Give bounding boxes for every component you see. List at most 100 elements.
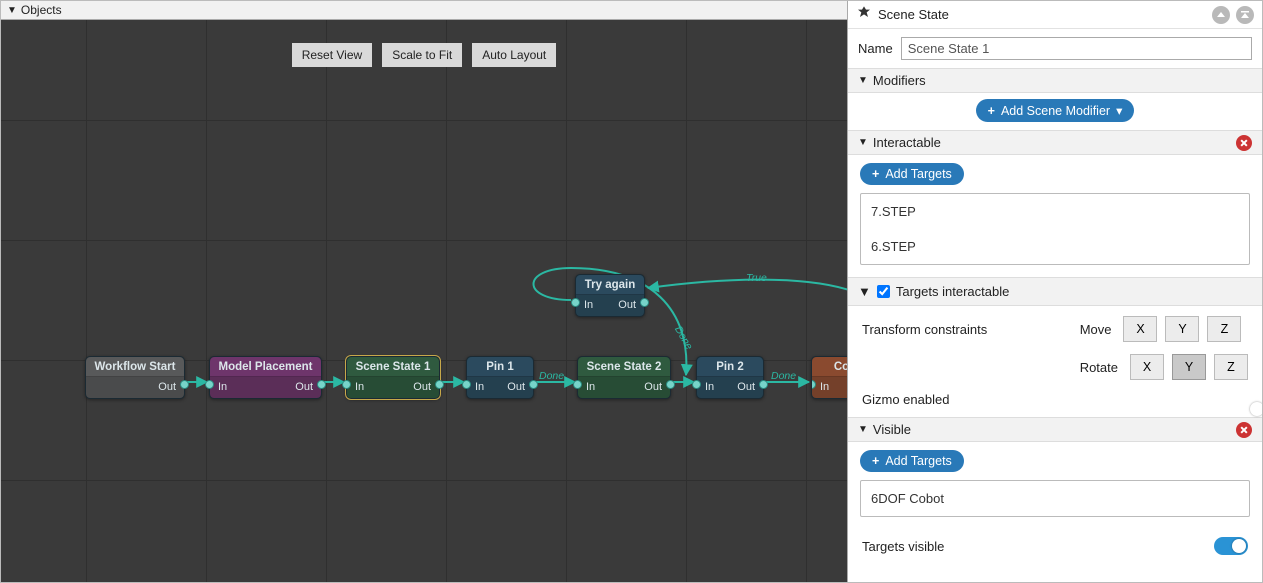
node-title: Workflow Start	[86, 357, 184, 377]
graph-node-pin2[interactable]: Pin 2 In Out	[696, 356, 764, 399]
plus-icon: +	[872, 454, 879, 468]
node-title: Scene State 2	[578, 357, 670, 377]
port-in-icon[interactable]	[692, 380, 701, 389]
gizmo-label: Gizmo enabled	[862, 392, 1080, 407]
port-in-label: In	[475, 381, 484, 393]
node-title: Model Placement	[210, 357, 321, 377]
remove-visible-button[interactable]	[1236, 422, 1252, 438]
section-interactable-header[interactable]: ▼ Interactable	[848, 131, 1262, 154]
name-input[interactable]	[901, 37, 1252, 60]
targets-interactable-label: Targets interactable	[896, 284, 1009, 299]
interactable-targets-list: 7.STEP 6.STEP	[860, 193, 1250, 265]
section-modifiers: ▼ Modifiers	[848, 68, 1262, 93]
caret-down-icon: ▼	[7, 5, 17, 16]
graph-title: Objects	[21, 3, 62, 17]
targets-visible-label: Targets visible	[862, 539, 944, 554]
port-in-label: In	[705, 381, 714, 393]
port-out-label: Out	[644, 381, 662, 393]
port-in-icon[interactable]	[462, 380, 471, 389]
inspector-panel: Scene State Name ▼ Modifiers + Add Scene…	[847, 1, 1262, 582]
port-out-label: Out	[737, 381, 755, 393]
port-out-icon[interactable]	[317, 380, 326, 389]
targets-visible-toggle[interactable]	[1214, 537, 1248, 555]
section-modifiers-header[interactable]: ▼ Modifiers	[848, 69, 1262, 92]
caret-down-icon: ▼	[858, 75, 868, 86]
rotate-z-button[interactable]: Z	[1214, 354, 1248, 380]
node-title: Con	[812, 357, 847, 377]
node-ports: Out	[86, 377, 184, 398]
section-visible: ▼ Visible	[848, 417, 1262, 442]
add-targets-interactable-button[interactable]: + Add Targets	[860, 163, 964, 185]
plus-icon: +	[988, 104, 995, 118]
node-title: Pin 2	[697, 357, 763, 377]
section-visible-header[interactable]: ▼ Visible	[848, 418, 1262, 441]
port-in-icon[interactable]	[573, 380, 582, 389]
graph-header[interactable]: ▼ Objects	[1, 1, 847, 20]
graph-node-model[interactable]: Model Placement In Out	[209, 356, 322, 399]
rotate-x-button[interactable]: X	[1130, 354, 1164, 380]
graph-pane: ▼ Objects Reset View Scale to Fit Auto L…	[1, 1, 847, 582]
reset-view-button[interactable]: Reset View	[292, 43, 372, 67]
name-label: Name	[858, 41, 893, 56]
port-in-icon[interactable]	[342, 380, 351, 389]
port-in-label: In	[584, 299, 593, 311]
caret-down-icon: ▼	[858, 284, 871, 299]
graph-node-pin1[interactable]: Pin 1InOut	[466, 356, 534, 399]
port-out-icon[interactable]	[666, 380, 675, 389]
port-in-label: In	[218, 381, 227, 393]
scale-to-fit-button[interactable]: Scale to Fit	[382, 43, 462, 67]
auto-layout-button[interactable]: Auto Layout	[472, 43, 556, 67]
move-z-button[interactable]: Z	[1207, 316, 1241, 342]
caret-down-icon: ▼	[858, 424, 868, 435]
node-title: Pin 1	[467, 357, 533, 377]
graph-node-ss2[interactable]: Scene State 2 In Out	[577, 356, 671, 399]
graph-node-try[interactable]: Try againInOut	[575, 274, 645, 317]
targets-interactable-row[interactable]: ▼ Targets interactable	[848, 277, 1262, 306]
scene-state-icon	[856, 5, 872, 24]
section-modifiers-title: Modifiers	[873, 73, 926, 88]
move-label: Move	[1080, 322, 1112, 337]
port-out-icon[interactable]	[759, 380, 768, 389]
port-out-icon[interactable]	[640, 298, 649, 307]
nav-up-button[interactable]	[1212, 6, 1230, 24]
inspector-header: Scene State	[848, 1, 1262, 29]
move-y-button[interactable]: Y	[1165, 316, 1199, 342]
move-x-button[interactable]: X	[1123, 316, 1157, 342]
section-visible-title: Visible	[873, 422, 911, 437]
port-out-icon[interactable]	[435, 380, 444, 389]
add-scene-modifier-button[interactable]: + Add Scene Modifier ▾	[976, 99, 1135, 122]
port-in-label: In	[355, 381, 364, 393]
rotate-y-button[interactable]: Y	[1172, 354, 1206, 380]
graph-canvas[interactable]	[1, 20, 847, 582]
remove-interactable-button[interactable]	[1236, 135, 1252, 151]
node-ports: In Out	[697, 377, 763, 398]
node-ports: In Out	[210, 377, 321, 398]
graph-node-cond[interactable]: Con In	[811, 356, 847, 399]
rotate-label: Rotate	[1080, 360, 1118, 375]
port-out-icon[interactable]	[180, 380, 189, 389]
node-title: Scene State 1	[347, 357, 439, 377]
port-in-label: In	[820, 381, 829, 393]
list-item[interactable]: 6DOF Cobot	[861, 481, 1249, 516]
inspector-title: Scene State	[878, 7, 1206, 22]
node-ports: In Out	[347, 377, 439, 398]
port-in-icon[interactable]	[205, 380, 214, 389]
port-out-label: Out	[158, 381, 176, 393]
nav-top-button[interactable]	[1236, 6, 1254, 24]
graph-node-ss1[interactable]: Scene State 1 In Out	[346, 356, 440, 399]
list-item[interactable]: 6.STEP	[861, 229, 1249, 264]
port-out-label: Out	[413, 381, 431, 393]
port-in-icon[interactable]	[571, 298, 580, 307]
port-in-label: In	[586, 381, 595, 393]
node-ports: InOut	[467, 377, 533, 398]
add-targets-visible-button[interactable]: + Add Targets	[860, 450, 964, 472]
node-ports: In	[812, 377, 847, 398]
list-item[interactable]: 7.STEP	[861, 194, 1249, 229]
graph-node-wfstart[interactable]: Workflow Start Out	[85, 356, 185, 399]
port-out-icon[interactable]	[529, 380, 538, 389]
transform-constraints-label: Transform constraints	[862, 322, 1080, 337]
port-out-label: Out	[295, 381, 313, 393]
targets-interactable-checkbox[interactable]	[877, 285, 890, 298]
section-interactable: ▼ Interactable	[848, 130, 1262, 155]
section-interactable-title: Interactable	[873, 135, 941, 150]
